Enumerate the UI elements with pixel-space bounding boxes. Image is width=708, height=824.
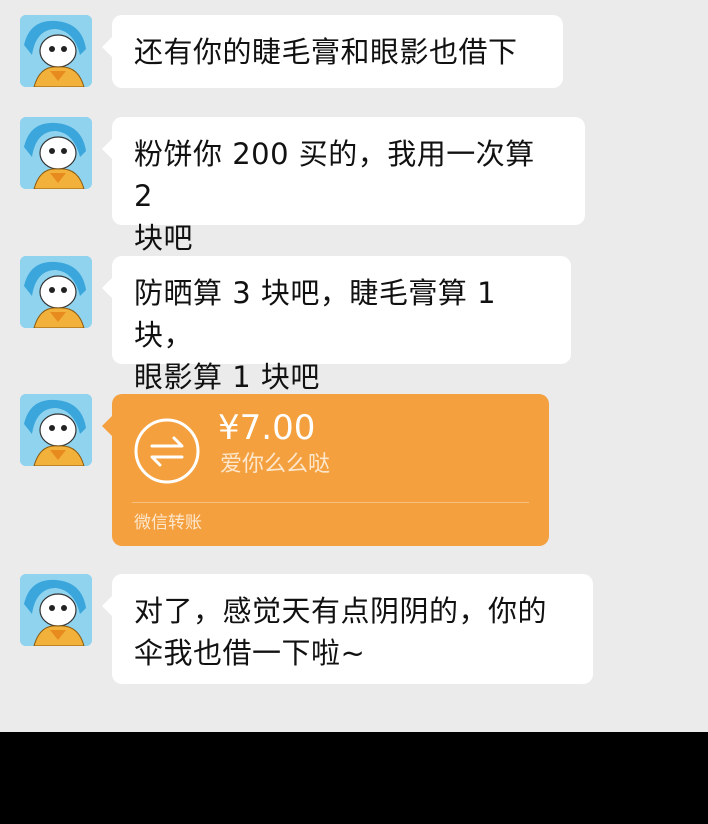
transfer-footer-label: 微信转账 (134, 513, 202, 533)
avatar-cartoon-icon (20, 394, 92, 466)
message-bubble[interactable]: 还有你的睫毛膏和眼影也借下 (102, 15, 563, 88)
message-bubble[interactable]: 对了，感觉天有点阴阴的，你的 伞我也借一下啦~ (102, 574, 593, 684)
avatar[interactable] (20, 117, 92, 189)
message-text-line: 块吧 (134, 221, 194, 255)
avatar-cartoon-icon (20, 256, 92, 328)
message-text-line: 防晒算 3 块吧，睫毛膏算 1 块， (134, 276, 497, 352)
message-text-line: 粉饼你 200 买的，我用一次算 2 (134, 137, 535, 213)
avatar[interactable] (20, 256, 92, 328)
avatar-cartoon-icon (20, 574, 92, 646)
message-text-line: 对了，感觉天有点阴阴的，你的 (134, 594, 548, 628)
message-text-line: 还有你的睫毛膏和眼影也借下 (134, 35, 518, 69)
message-text-line: 眼影算 1 块吧 (134, 360, 320, 394)
transfer-divider (132, 502, 529, 503)
avatar-cartoon-icon (20, 117, 92, 189)
avatar-cartoon-icon (20, 15, 92, 87)
message-bubble[interactable]: 粉饼你 200 买的，我用一次算 2 块吧 (102, 117, 585, 255)
avatar[interactable] (20, 15, 92, 87)
message-text-line: 伞我也借一下啦~ (134, 636, 366, 670)
transfer-arrows-icon (134, 418, 200, 484)
message-bubble[interactable]: 防晒算 3 块吧，睫毛膏算 1 块， 眼影算 1 块吧 (102, 256, 571, 394)
transfer-note: 爱你么么哒 (220, 452, 331, 477)
avatar[interactable] (20, 574, 92, 646)
chat-area[interactable]: 还有你的睫毛膏和眼影也借下 粉饼你 200 买的，我用一次算 2 块吧 防晒算 … (0, 0, 708, 732)
transfer-card[interactable]: ¥7.00 爱你么么哒 微信转账 (102, 394, 549, 546)
avatar[interactable] (20, 394, 92, 466)
transfer-amount: ¥7.00 (218, 408, 316, 448)
